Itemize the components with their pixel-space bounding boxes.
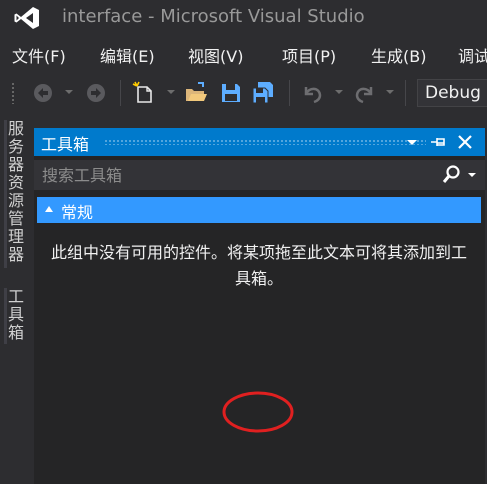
open-file-icon[interactable] bbox=[184, 81, 208, 105]
empty-group-message: 此组中没有可用的控件。将某项拖至此文本可将其添加到工具箱。 bbox=[50, 243, 467, 288]
menu-file[interactable]: 文件(F) bbox=[12, 43, 66, 67]
back-dropdown-arrow[interactable] bbox=[65, 90, 73, 94]
toolbox-search-input[interactable] bbox=[34, 160, 429, 190]
redo-dropdown-arrow[interactable] bbox=[386, 90, 394, 94]
window-position-dropdown-icon[interactable] bbox=[402, 132, 422, 152]
save-icon[interactable] bbox=[219, 81, 243, 105]
title-bar-grip bbox=[104, 139, 426, 145]
collapse-triangle-icon[interactable] bbox=[45, 206, 53, 212]
toolbox-search-bar bbox=[34, 160, 485, 190]
visual-studio-window: interface - Microsoft Visual Studio 文件(F… bbox=[0, 0, 487, 484]
menu-project[interactable]: 项目(P) bbox=[282, 43, 336, 67]
menu-build[interactable]: 生成(B) bbox=[371, 43, 426, 67]
left-dock-tabs: 服务器资源管理器 工具箱 bbox=[0, 116, 32, 484]
toolbox-title-bar[interactable]: 工具箱 bbox=[34, 128, 485, 156]
toolbox-tab[interactable]: 工具箱 bbox=[7, 288, 25, 342]
toolbar-separator bbox=[289, 80, 290, 106]
undo-dropdown-arrow[interactable] bbox=[335, 90, 343, 94]
group-label: 常规 bbox=[61, 203, 94, 222]
new-project-icon[interactable] bbox=[132, 81, 156, 105]
solution-configuration-select[interactable]: Debug bbox=[417, 79, 487, 107]
redo-icon[interactable] bbox=[352, 81, 376, 105]
title-bar[interactable]: interface - Microsoft Visual Studio bbox=[0, 0, 487, 36]
visual-studio-logo-icon bbox=[14, 7, 39, 29]
standard-toolbar: Debug bbox=[0, 74, 487, 112]
search-icon[interactable] bbox=[436, 164, 480, 186]
toolbar-separator bbox=[120, 80, 121, 106]
toolbox-title: 工具箱 bbox=[41, 135, 90, 154]
toolbar-separator bbox=[405, 80, 406, 106]
auto-hide-pin-icon[interactable] bbox=[428, 132, 448, 152]
window-title: interface - Microsoft Visual Studio bbox=[62, 6, 365, 27]
toolbar-grip[interactable] bbox=[11, 82, 15, 104]
red-annotation-circle bbox=[222, 391, 294, 433]
close-icon[interactable] bbox=[455, 132, 475, 152]
toolbox-group-general[interactable]: 常规 bbox=[37, 197, 481, 223]
menu-view[interactable]: 视图(V) bbox=[188, 43, 243, 67]
menu-bar: 文件(F) 编辑(E) 视图(V) 项目(P) 生成(B) 调试 bbox=[0, 38, 487, 70]
menu-edit[interactable]: 编辑(E) bbox=[100, 43, 155, 67]
menu-debug[interactable]: 调试 bbox=[458, 43, 487, 67]
new-project-dropdown-arrow[interactable] bbox=[167, 90, 175, 94]
server-explorer-tab[interactable]: 服务器资源管理器 bbox=[7, 120, 25, 264]
forward-icon[interactable] bbox=[84, 81, 108, 105]
save-all-icon[interactable] bbox=[251, 81, 275, 105]
undo-icon[interactable] bbox=[301, 81, 325, 105]
back-icon[interactable] bbox=[31, 81, 55, 105]
configuration-value: Debug bbox=[425, 83, 481, 103]
